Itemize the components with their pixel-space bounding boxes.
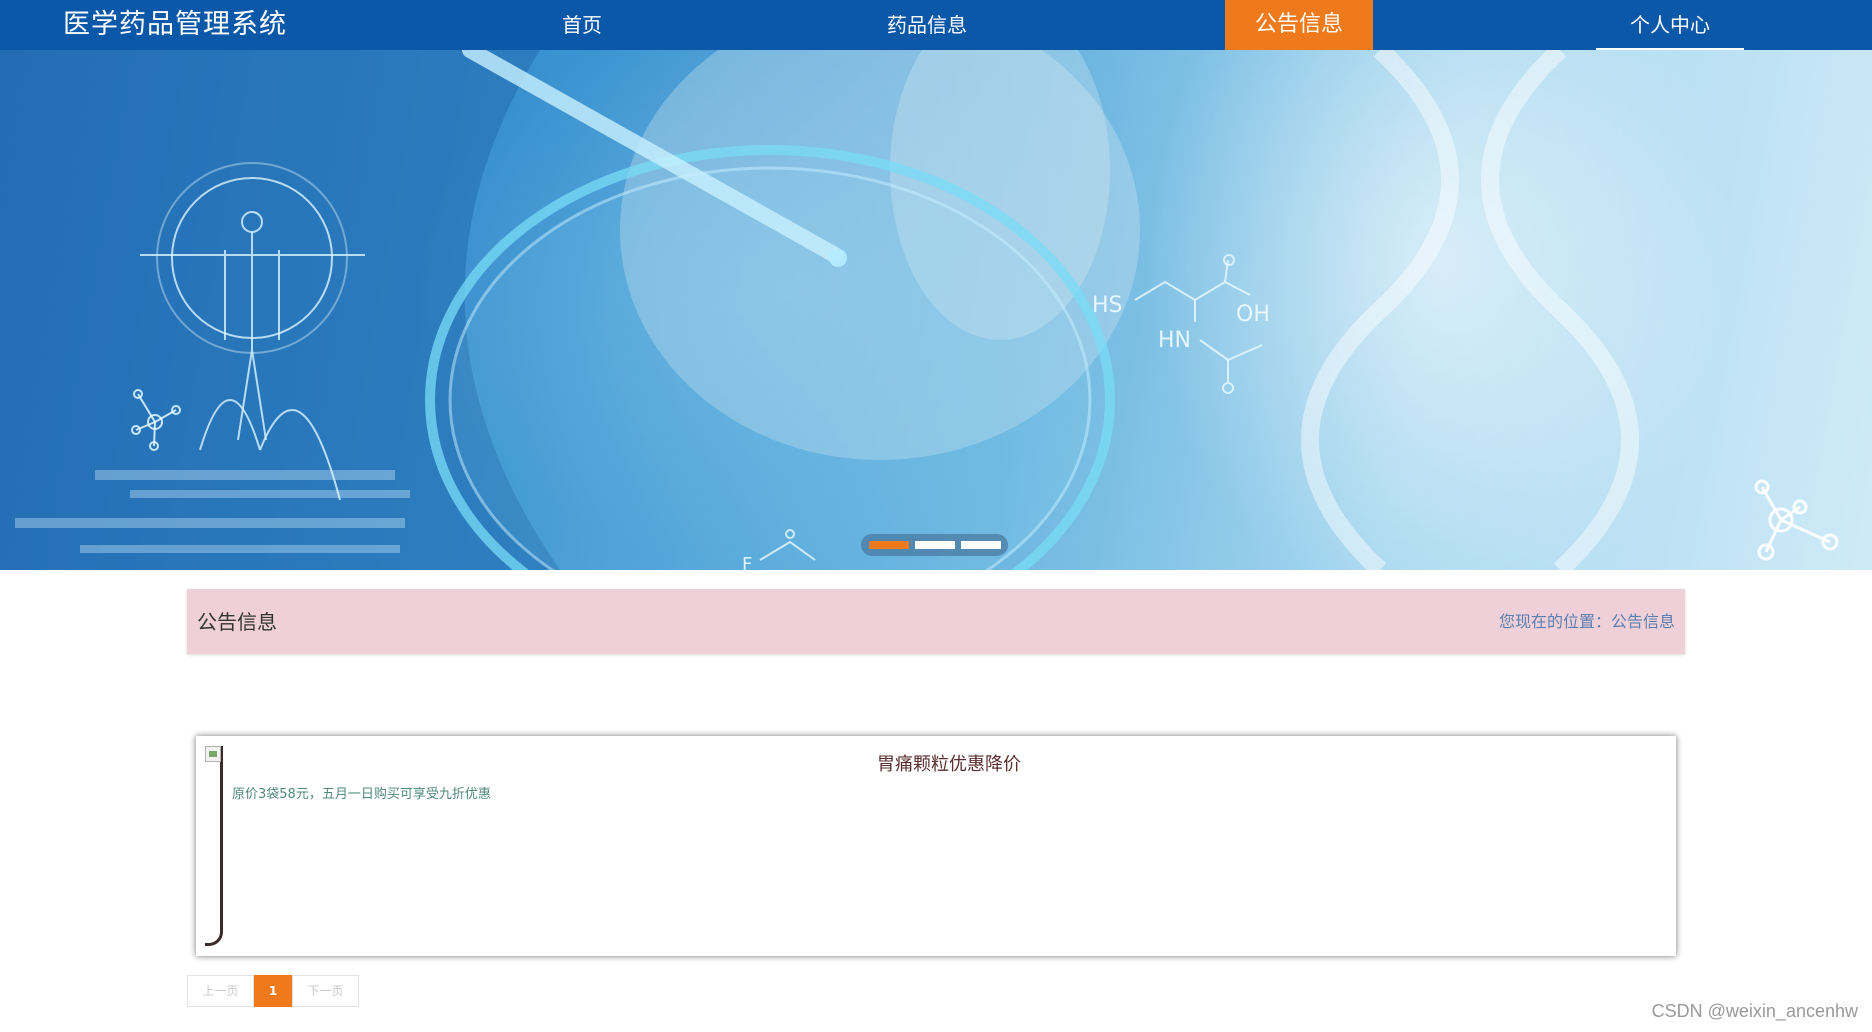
broken-image-icon (205, 746, 221, 762)
watermark: CSDN @weixin_ancenhw (1651, 1001, 1858, 1021)
pipette-drop (829, 249, 847, 267)
nav-drug-info[interactable]: 药品信息 (853, 0, 1001, 50)
nav-notices[interactable]: 公告信息 (1225, 0, 1373, 50)
notice-description: 原价3袋58元，五月一日购买可享受九折优惠 (232, 787, 491, 802)
notice-title[interactable]: 胃痛颗粒优惠降价 (232, 753, 1666, 777)
breadcrumb-location[interactable]: 您现在的位置：公告信息 (1499, 611, 1675, 633)
nav-profile[interactable]: 个人中心 (1596, 0, 1744, 50)
nav-home[interactable]: 首页 (508, 0, 656, 50)
top-navbar: 医学药品管理系统 首页 药品信息 公告信息 个人中心 (0, 0, 1872, 50)
carousel-dot-1[interactable] (869, 541, 909, 549)
chem-label-hn: HN (1158, 328, 1191, 353)
page-1-button[interactable]: 1 (254, 975, 292, 1007)
notice-card[interactable]: 胃痛颗粒优惠降价 原价3袋58元，五月一日购买可享受九折优惠 (196, 736, 1676, 956)
carousel-dot-3[interactable] (961, 541, 1001, 549)
dna-helix-icon (1301, 50, 1639, 570)
chem-label-oh: OH (1236, 302, 1270, 327)
nav-profile-label: 个人中心 (1630, 13, 1710, 37)
site-title: 医学药品管理系统 (63, 9, 287, 40)
carousel-indicators (861, 534, 1008, 556)
notice-thumbnail[interactable] (205, 746, 223, 946)
banner-carousel: HS OH HN F (0, 50, 1872, 570)
next-page-button[interactable]: 下一页 (292, 975, 359, 1007)
prev-page-button[interactable]: 上一页 (187, 975, 254, 1007)
breadcrumb: 公告信息 您现在的位置：公告信息 (187, 589, 1685, 654)
banner-illustration: HS OH HN F (0, 50, 1839, 570)
molecule-right-icon (1754, 479, 1839, 561)
page-title: 公告信息 (197, 610, 277, 634)
carousel-dot-2[interactable] (915, 541, 955, 549)
chem-label-f: F (742, 554, 752, 570)
chem-label-hs: HS (1092, 293, 1123, 318)
